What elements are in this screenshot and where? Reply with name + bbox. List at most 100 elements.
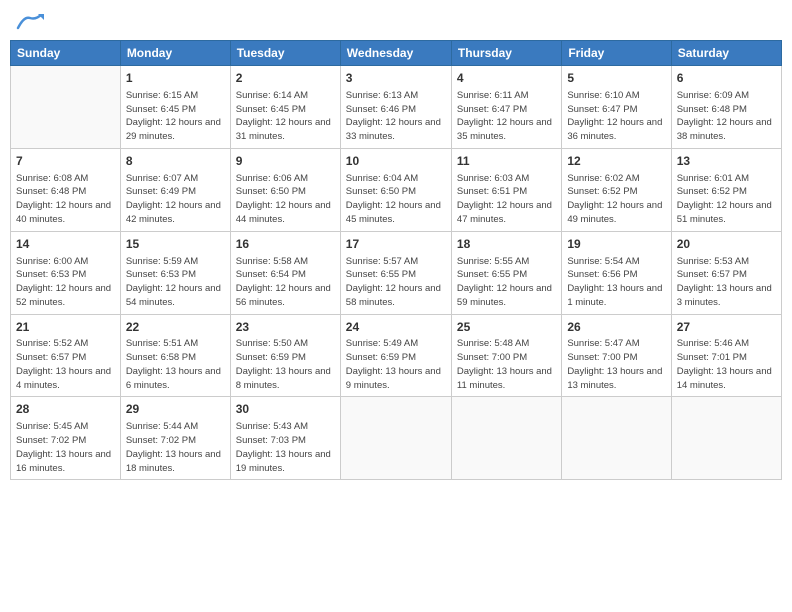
cell-info: Sunrise: 6:01 AMSunset: 6:52 PMDaylight:… <box>677 172 776 227</box>
day-number: 29 <box>126 401 225 418</box>
cell-info: Sunrise: 5:57 AMSunset: 6:55 PMDaylight:… <box>346 255 446 310</box>
day-number: 19 <box>567 236 665 253</box>
logo <box>14 10 44 32</box>
calendar-cell: 20 Sunrise: 5:53 AMSunset: 6:57 PMDayligh… <box>671 231 781 314</box>
day-number: 18 <box>457 236 556 253</box>
day-number: 27 <box>677 319 776 336</box>
calendar-cell: 26Sunrise: 5:47 AMSunset: 7:00 PMDayligh… <box>562 314 671 397</box>
cell-info: Sunrise: 6:14 AMSunset: 6:45 PMDaylight:… <box>236 89 335 144</box>
calendar-cell: 8 Sunrise: 6:07 AMSunset: 6:49 PMDaylight… <box>120 148 230 231</box>
day-number: 4 <box>457 70 556 87</box>
week-row-4: 21Sunrise: 5:52 AMSunset: 6:57 PMDayligh… <box>11 314 782 397</box>
calendar-cell: 1 Sunrise: 6:15 AMSunset: 6:45 PMDaylight… <box>120 66 230 149</box>
cell-info: Sunrise: 6:04 AMSunset: 6:50 PMDaylight:… <box>346 172 446 227</box>
calendar-cell: 12 Sunrise: 6:02 AMSunset: 6:52 PMDayligh… <box>562 148 671 231</box>
day-number: 17 <box>346 236 446 253</box>
calendar-cell: 14Sunrise: 6:00 AMSunset: 6:53 PMDayligh… <box>11 231 121 314</box>
calendar-cell: 7Sunrise: 6:08 AMSunset: 6:48 PMDaylight… <box>11 148 121 231</box>
cell-info: Sunrise: 6:08 AMSunset: 6:48 PMDaylight:… <box>16 172 115 227</box>
day-number: 25 <box>457 319 556 336</box>
day-number: 5 <box>567 70 665 87</box>
day-number: 12 <box>567 153 665 170</box>
day-number: 8 <box>126 153 225 170</box>
day-number: 1 <box>126 70 225 87</box>
week-row-3: 14Sunrise: 6:00 AMSunset: 6:53 PMDayligh… <box>11 231 782 314</box>
calendar-cell: 13 Sunrise: 6:01 AMSunset: 6:52 PMDayligh… <box>671 148 781 231</box>
cell-info: Sunrise: 5:48 AMSunset: 7:00 PMDaylight:… <box>457 337 556 392</box>
calendar-cell: 15 Sunrise: 5:59 AMSunset: 6:53 PMDayligh… <box>120 231 230 314</box>
cell-info: Sunrise: 5:58 AMSunset: 6:54 PMDaylight:… <box>236 255 335 310</box>
day-number: 16 <box>236 236 335 253</box>
cell-info: Sunrise: 6:13 AMSunset: 6:46 PMDaylight:… <box>346 89 446 144</box>
day-number: 23 <box>236 319 335 336</box>
calendar-cell: 17 Sunrise: 5:57 AMSunset: 6:55 PMDayligh… <box>340 231 451 314</box>
calendar-cell: 6Sunrise: 6:09 AMSunset: 6:48 PMDaylight… <box>671 66 781 149</box>
col-header-saturday: Saturday <box>671 41 781 66</box>
cell-info: Sunrise: 6:03 AMSunset: 6:51 PMDaylight:… <box>457 172 556 227</box>
day-number: 15 <box>126 236 225 253</box>
day-number: 24 <box>346 319 446 336</box>
calendar-table: SundayMondayTuesdayWednesdayThursdayFrid… <box>10 40 782 480</box>
cell-info: Sunrise: 5:54 AMSunset: 6:56 PMDaylight:… <box>567 255 665 310</box>
calendar-cell <box>562 397 671 480</box>
cell-info: Sunrise: 5:49 AMSunset: 6:59 PMDaylight:… <box>346 337 446 392</box>
calendar-cell: 27Sunrise: 5:46 AMSunset: 7:01 PMDayligh… <box>671 314 781 397</box>
calendar-cell: 11 Sunrise: 6:03 AMSunset: 6:51 PMDayligh… <box>451 148 561 231</box>
cell-info: Sunrise: 6:11 AMSunset: 6:47 PMDaylight:… <box>457 89 556 144</box>
cell-info: Sunrise: 6:02 AMSunset: 6:52 PMDaylight:… <box>567 172 665 227</box>
calendar-cell: 25Sunrise: 5:48 AMSunset: 7:00 PMDayligh… <box>451 314 561 397</box>
cell-info: Sunrise: 5:47 AMSunset: 7:00 PMDaylight:… <box>567 337 665 392</box>
col-header-sunday: Sunday <box>11 41 121 66</box>
day-number: 20 <box>677 236 776 253</box>
day-number: 3 <box>346 70 446 87</box>
day-number: 6 <box>677 70 776 87</box>
calendar-cell: 10 Sunrise: 6:04 AMSunset: 6:50 PMDayligh… <box>340 148 451 231</box>
day-number: 13 <box>677 153 776 170</box>
cell-info: Sunrise: 5:59 AMSunset: 6:53 PMDaylight:… <box>126 255 225 310</box>
calendar-cell: 30 Sunrise: 5:43 AMSunset: 7:03 PMDayligh… <box>230 397 340 480</box>
cell-info: Sunrise: 6:07 AMSunset: 6:49 PMDaylight:… <box>126 172 225 227</box>
calendar-cell: 23Sunrise: 5:50 AMSunset: 6:59 PMDayligh… <box>230 314 340 397</box>
calendar-cell: 24Sunrise: 5:49 AMSunset: 6:59 PMDayligh… <box>340 314 451 397</box>
cell-info: Sunrise: 6:10 AMSunset: 6:47 PMDaylight:… <box>567 89 665 144</box>
cell-info: Sunrise: 5:55 AMSunset: 6:55 PMDaylight:… <box>457 255 556 310</box>
calendar-cell: 19 Sunrise: 5:54 AMSunset: 6:56 PMDayligh… <box>562 231 671 314</box>
col-header-thursday: Thursday <box>451 41 561 66</box>
cell-info: Sunrise: 5:45 AMSunset: 7:02 PMDaylight:… <box>16 420 115 475</box>
calendar-cell: 5 Sunrise: 6:10 AMSunset: 6:47 PMDaylight… <box>562 66 671 149</box>
day-number: 2 <box>236 70 335 87</box>
day-number: 21 <box>16 319 115 336</box>
cell-info: Sunrise: 5:53 AMSunset: 6:57 PMDaylight:… <box>677 255 776 310</box>
cell-info: Sunrise: 5:43 AMSunset: 7:03 PMDaylight:… <box>236 420 335 475</box>
week-row-5: 28 Sunrise: 5:45 AMSunset: 7:02 PMDayligh… <box>11 397 782 480</box>
day-number: 26 <box>567 319 665 336</box>
cell-info: Sunrise: 5:52 AMSunset: 6:57 PMDaylight:… <box>16 337 115 392</box>
day-number: 28 <box>16 401 115 418</box>
day-number: 11 <box>457 153 556 170</box>
cell-info: Sunrise: 5:46 AMSunset: 7:01 PMDaylight:… <box>677 337 776 392</box>
day-number: 10 <box>346 153 446 170</box>
cell-info: Sunrise: 5:51 AMSunset: 6:58 PMDaylight:… <box>126 337 225 392</box>
calendar-cell <box>340 397 451 480</box>
calendar-cell <box>671 397 781 480</box>
logo-text <box>14 10 44 32</box>
day-number: 9 <box>236 153 335 170</box>
cell-info: Sunrise: 6:06 AMSunset: 6:50 PMDaylight:… <box>236 172 335 227</box>
calendar-cell: 29Sunrise: 5:44 AMSunset: 7:02 PMDayligh… <box>120 397 230 480</box>
calendar-cell: 4 Sunrise: 6:11 AMSunset: 6:47 PMDaylight… <box>451 66 561 149</box>
col-header-tuesday: Tuesday <box>230 41 340 66</box>
logo-icon <box>16 14 44 30</box>
cell-info: Sunrise: 6:00 AMSunset: 6:53 PMDaylight:… <box>16 255 115 310</box>
calendar-cell: 18 Sunrise: 5:55 AMSunset: 6:55 PMDayligh… <box>451 231 561 314</box>
day-number: 30 <box>236 401 335 418</box>
week-row-1: 1 Sunrise: 6:15 AMSunset: 6:45 PMDaylight… <box>11 66 782 149</box>
cell-info: Sunrise: 6:15 AMSunset: 6:45 PMDaylight:… <box>126 89 225 144</box>
page-header <box>10 10 782 32</box>
calendar-cell <box>11 66 121 149</box>
col-header-friday: Friday <box>562 41 671 66</box>
calendar-cell: 16 Sunrise: 5:58 AMSunset: 6:54 PMDayligh… <box>230 231 340 314</box>
week-row-2: 7Sunrise: 6:08 AMSunset: 6:48 PMDaylight… <box>11 148 782 231</box>
calendar-cell: 3 Sunrise: 6:13 AMSunset: 6:46 PMDaylight… <box>340 66 451 149</box>
calendar-cell: 9 Sunrise: 6:06 AMSunset: 6:50 PMDaylight… <box>230 148 340 231</box>
calendar-header-row: SundayMondayTuesdayWednesdayThursdayFrid… <box>11 41 782 66</box>
